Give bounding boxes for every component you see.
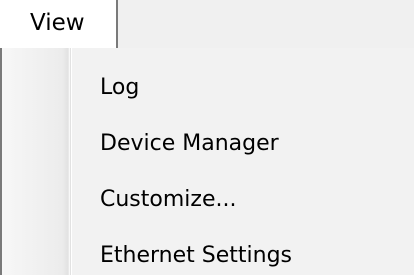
menu-item-label: Customize...	[100, 187, 237, 212]
menu-item-log[interactable]: Log	[72, 64, 412, 112]
menu-item-device-manager[interactable]: Device Manager	[72, 120, 412, 168]
menu-icon-gutter	[2, 48, 70, 275]
view-menu-dropdown: Log Device Manager Customize... Ethernet…	[0, 48, 414, 275]
menu-item-customize[interactable]: Customize...	[72, 176, 412, 224]
menu-item-label: Ethernet Settings	[100, 243, 292, 268]
screen: View Log Device Manager Customize... Eth…	[0, 0, 414, 275]
menu-item-label: Device Manager	[100, 131, 279, 156]
menu-item-ethernet-settings[interactable]: Ethernet Settings	[72, 232, 412, 275]
menu-view[interactable]: View	[0, 0, 118, 48]
menu-bar: View	[0, 0, 414, 48]
menu-view-label: View	[30, 10, 85, 36]
menu-item-label: Log	[100, 75, 140, 100]
